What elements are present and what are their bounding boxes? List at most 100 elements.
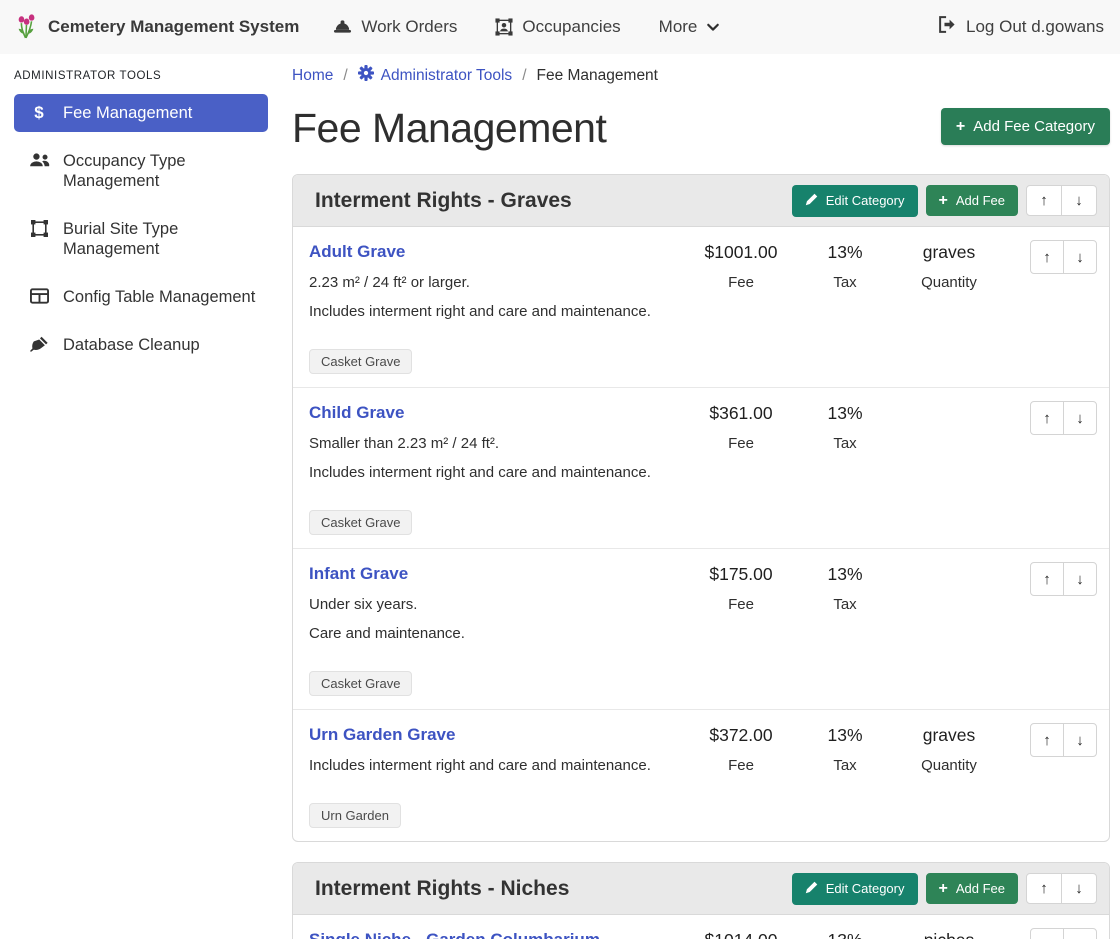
fee-amount-column: $1001.00 Fee (689, 240, 793, 293)
move-up-button[interactable]: ↑ (1030, 401, 1064, 435)
fee-amount-value: $1014.00 (689, 928, 793, 939)
sidebar-item-label: Burial Site Type Management (63, 219, 258, 259)
quantity-unit-column: gravesQuantity (897, 723, 1001, 776)
fee-amount-value: $1001.00 (689, 240, 793, 264)
fee-description: Smaller than 2.23 m² / 24 ft². (309, 433, 689, 454)
sidebar-item-fee-management[interactable]: $Fee Management (14, 94, 268, 132)
app-title: Cemetery Management System (48, 17, 299, 37)
move-down-button[interactable]: ↓ (1061, 185, 1097, 216)
quantity-unit-column: nichesQuantity (897, 928, 1001, 939)
pencil-icon (805, 881, 818, 897)
fee-amount-column: $1014.00Fee (689, 928, 793, 939)
breadcrumb-admin-link[interactable]: Administrator Tools (381, 67, 513, 85)
tax-rate-label: Tax (793, 594, 897, 615)
move-down-button[interactable]: ↓ (1063, 723, 1097, 757)
reorder-buttons: ↑↓ (1026, 185, 1097, 216)
fee-info: Single Niche - Garden ColumbariumGarden … (309, 928, 689, 939)
category-header: Interment Rights - NichesEdit Category+A… (293, 863, 1109, 915)
fee-amount-column: $175.00 Fee (689, 562, 793, 615)
category-header: Interment Rights - GravesEdit Category+A… (293, 175, 1109, 227)
tax-rate-column: 13%Tax (793, 928, 897, 939)
nav-work-orders[interactable]: Work Orders (333, 17, 457, 37)
fee-amount-label: Fee (689, 272, 793, 293)
fee-name-link[interactable]: Urn Garden Grave (309, 723, 455, 747)
move-up-button[interactable]: ↑ (1026, 873, 1062, 904)
fee-name-link[interactable]: Infant Grave (309, 562, 408, 586)
move-up-button[interactable]: ↑ (1030, 240, 1064, 274)
add-fee-label: Add Fee (956, 881, 1005, 896)
sidebar-item-occupancy-type-management[interactable]: Occupancy Type Management (14, 142, 268, 200)
top-navbar: Cemetery Management System Work Orders (0, 0, 1120, 54)
fee-amount-value: $175.00 (689, 562, 793, 586)
quantity-unit-column: gravesQuantity (897, 240, 1001, 293)
sidebar-item-label: Occupancy Type Management (63, 151, 258, 191)
logout-button[interactable]: Log Out d.gowans (938, 16, 1104, 38)
move-down-button[interactable]: ↓ (1063, 928, 1097, 939)
fee-name-link[interactable]: Single Niche - Garden Columbarium (309, 928, 600, 939)
fee-description: Includes interment right and care and ma… (309, 462, 689, 483)
breadcrumb-current: Fee Management (537, 67, 659, 85)
breadcrumb-separator: / (343, 67, 347, 85)
move-up-button[interactable]: ↑ (1030, 723, 1064, 757)
add-fee-category-button[interactable]: + Add Fee Category (941, 108, 1110, 145)
logout-label: Log Out d.gowans (966, 17, 1104, 37)
add-fee-category-label: Add Fee Category (973, 118, 1095, 135)
tax-rate-label: Tax (793, 433, 897, 454)
fee-description: Includes interment right and care and ma… (309, 755, 689, 776)
move-down-button[interactable]: ↓ (1063, 401, 1097, 435)
nav-more[interactable]: More (659, 17, 721, 37)
fee-row: Child Grave Smaller than 2.23 m² / 24 ft²… (293, 387, 1109, 548)
sidebar: ADMINISTRATOR TOOLS $Fee Management Occup… (0, 54, 280, 374)
chevron-down-icon (706, 21, 720, 33)
fee-info: Child Grave Smaller than 2.23 m² / 24 ft²… (309, 401, 689, 535)
move-down-button[interactable]: ↓ (1063, 240, 1097, 274)
person-box-icon (495, 18, 513, 36)
sidebar-item-config-table-management[interactable]: Config Table Management (14, 278, 268, 316)
tulips-icon (14, 10, 38, 45)
app-brand[interactable]: Cemetery Management System (14, 10, 299, 45)
sidebar-item-burial-site-type-management[interactable]: Burial Site Type Management (14, 210, 268, 268)
fee-amount-column: $361.00Fee (689, 401, 793, 454)
quantity-unit-value: niches (897, 928, 1001, 939)
quantity-unit-label: Quantity (897, 272, 1001, 293)
tax-rate-label: Tax (793, 755, 897, 776)
breadcrumb-home-link[interactable]: Home (292, 67, 333, 85)
sidebar-nav: $Fee Management Occupancy Type Management… (14, 94, 268, 364)
reorder-buttons: ↑↓ (1030, 562, 1097, 596)
fee-name-link[interactable]: Adult Grave (309, 240, 405, 264)
move-up-button[interactable]: ↑ (1030, 562, 1064, 596)
add-fee-button[interactable]: +Add Fee (926, 873, 1019, 904)
reorder-buttons: ↑↓ (1030, 401, 1097, 435)
sidebar-item-label: Fee Management (63, 103, 192, 123)
page-title: Fee Management (292, 104, 606, 152)
move-down-button[interactable]: ↓ (1061, 873, 1097, 904)
fee-row: Single Niche - Garden ColumbariumGarden … (293, 915, 1109, 939)
fee-info: Urn Garden Grave Includes interment right… (309, 723, 689, 828)
sidebar-item-database-cleanup[interactable]: Database Cleanup (14, 326, 268, 364)
fee-name-link[interactable]: Child Grave (309, 401, 404, 425)
fee-amount-label: Fee (689, 594, 793, 615)
fee-category-card: Interment Rights - NichesEdit Category+A… (292, 862, 1110, 939)
move-down-button[interactable]: ↓ (1063, 562, 1097, 596)
tax-rate-column: 13%Tax (793, 723, 897, 776)
broom-icon (28, 336, 50, 354)
sidebar-heading: ADMINISTRATOR TOOLS (14, 70, 268, 82)
nav-occupancies[interactable]: Occupancies (495, 17, 620, 37)
nav-work-orders-label: Work Orders (361, 17, 457, 37)
fee-row: Urn Garden Grave Includes interment right… (293, 709, 1109, 841)
edit-category-button[interactable]: Edit Category (792, 185, 918, 217)
tax-rate-value: 13% (793, 401, 897, 425)
fee-categories: Interment Rights - GravesEdit Category+A… (292, 174, 1110, 939)
edit-category-button[interactable]: Edit Category (792, 873, 918, 905)
move-up-button[interactable]: ↑ (1030, 928, 1064, 939)
fee-type-badge: Casket Grave (309, 349, 412, 374)
category-actions: Edit Category +Add Fee↑↓ (792, 873, 1097, 905)
add-fee-button[interactable]: +Add Fee (926, 185, 1019, 216)
users-icon (28, 152, 50, 168)
move-up-button[interactable]: ↑ (1026, 185, 1062, 216)
fee-info: Adult Grave2.23 m² / 24 ft² or larger.In… (309, 240, 689, 374)
tax-rate-value: 13% (793, 928, 897, 939)
plus-icon: + (939, 194, 948, 208)
fee-category-card: Interment Rights - GravesEdit Category+A… (292, 174, 1110, 842)
main-content: Home / (280, 54, 1120, 939)
